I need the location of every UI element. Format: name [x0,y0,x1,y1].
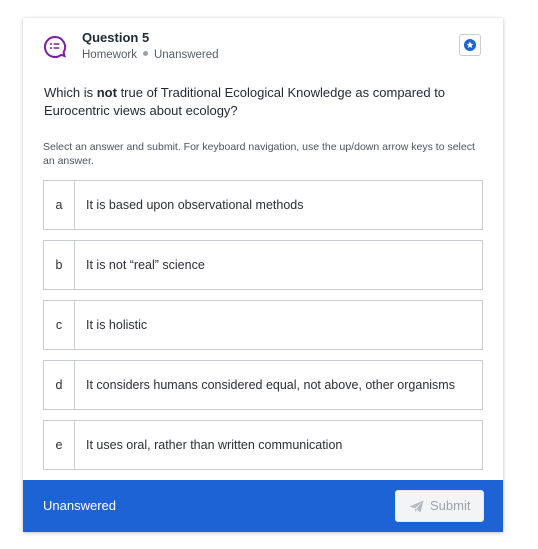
option-text: It is not “real” science [86,258,205,272]
question-title: Question 5 [82,30,150,45]
prompt-text-start: Which is [44,85,97,100]
footer-status: Unanswered [43,498,116,513]
answer-option-a[interactable]: a It is based upon observational methods [43,180,483,230]
option-letter: e [44,421,75,469]
answer-instructions: Select an answer and submit. For keyboar… [43,141,475,167]
answer-option-e[interactable]: e It uses oral, rather than written comm… [43,420,483,470]
submit-label: Submit [430,498,471,513]
flag-question-button[interactable] [459,34,481,56]
option-text: It considers humans considered equal, no… [86,378,455,392]
option-letter: a [44,181,75,229]
question-status: Unanswered [153,49,219,61]
star-badge-icon [464,39,476,51]
option-letter: b [44,241,75,289]
question-header: Question 5 Homework Unanswered [23,18,503,78]
option-text: It is based upon observational methods [86,198,304,212]
submit-button[interactable]: Submit [395,490,484,522]
question-prompt: Which is not true of Traditional Ecologi… [44,84,474,120]
answer-footer: Unanswered Submit [23,480,503,532]
answer-option-d[interactable]: d It considers humans considered equal, … [43,360,483,410]
separator-dot [142,51,148,57]
option-text: It uses oral, rather than written commun… [86,438,343,452]
question-list-icon [43,35,67,59]
answer-option-b[interactable]: b It is not “real” science [43,240,483,290]
option-letter: d [44,361,75,409]
answer-option-c[interactable]: c It is holistic [43,300,483,350]
prompt-emphasis: not [96,85,117,100]
question-meta: Homework Unanswered [82,49,219,61]
question-card: Question 5 Homework Unanswered Which is n… [23,18,503,532]
send-icon [409,500,424,513]
question-category: Homework [82,49,137,61]
option-text: It is holistic [86,318,148,332]
answer-choices: a It is based upon observational methods… [43,180,483,480]
option-letter: c [44,301,75,349]
